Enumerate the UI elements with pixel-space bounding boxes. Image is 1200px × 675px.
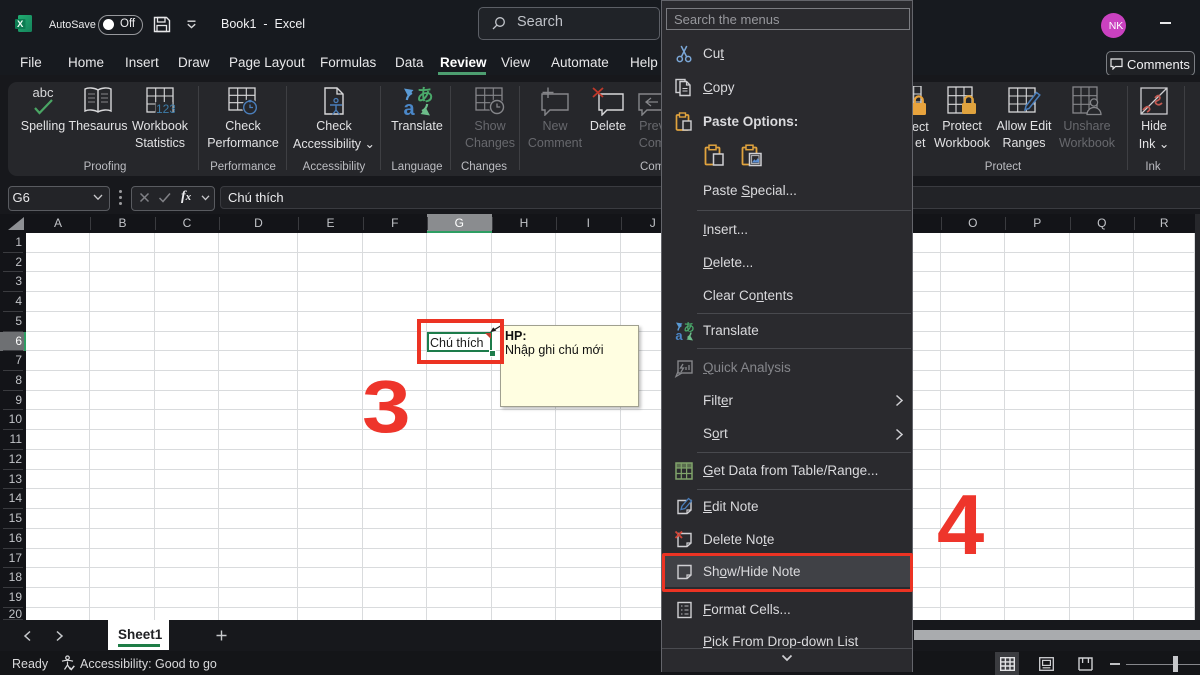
svg-text:a: a <box>675 328 683 341</box>
svg-text:X: X <box>17 19 24 30</box>
svg-text:あ: あ <box>684 321 695 334</box>
svg-text:あ: あ <box>417 86 434 105</box>
svg-text:123: 123 <box>156 102 175 116</box>
svg-text:a: a <box>403 98 415 118</box>
svg-text:abc: abc <box>33 86 54 100</box>
